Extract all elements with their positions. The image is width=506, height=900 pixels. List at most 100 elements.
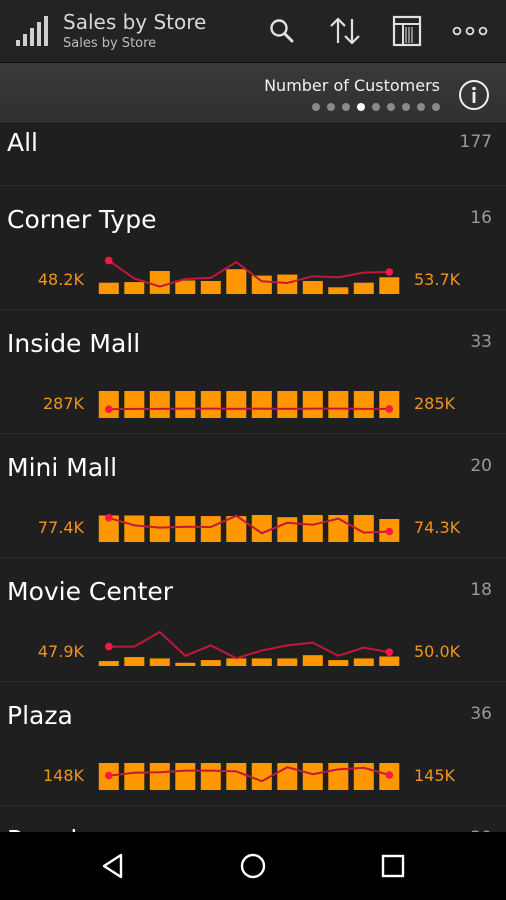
sparkline-bar: [379, 277, 400, 294]
sparkline-bar: [328, 287, 349, 295]
page-dot: [312, 103, 320, 111]
sparkline-bar: [149, 658, 170, 666]
sparkline-bar: [251, 275, 272, 294]
sparkline-bar: [277, 391, 298, 418]
sparkline-bar: [124, 391, 145, 418]
sparkline-end-point: [385, 771, 394, 779]
list-item-count: 33: [470, 332, 492, 352]
sparkline-bar: [379, 656, 400, 666]
search-button[interactable]: [262, 12, 302, 50]
sparkline-end-value: 285K: [414, 394, 456, 413]
sparkline-start-point: [105, 771, 113, 780]
store-list[interactable]: All 177 Corner Type 16 48.2K 53.7K Inside Mall…: [0, 124, 506, 832]
sparkline-bar: [353, 391, 374, 418]
more-options-button[interactable]: [450, 12, 490, 50]
sparkline-bar: [251, 658, 272, 666]
page-dot: [372, 103, 380, 111]
sparkline-end-point: [385, 527, 394, 536]
sparkline-trend-line: [108, 630, 390, 660]
sparkline-chart: [98, 763, 400, 790]
list-item[interactable]: Movie Center 18 47.9K 50.0K: [0, 558, 506, 682]
page-title: Sales by Store: [63, 10, 207, 34]
sparkline-bar: [98, 282, 119, 294]
sparkline-bar: [379, 391, 400, 418]
list-item[interactable]: Mini Mall 20 77.4K 74.3K: [0, 434, 506, 558]
more-icon: [452, 26, 488, 36]
grid-icon: [392, 15, 422, 47]
sparkline-end-point: [385, 405, 394, 413]
page-dot: [387, 103, 395, 111]
sparkline-chart: [98, 391, 400, 418]
sparkline-bar: [251, 391, 272, 418]
sparkline-bar: [149, 763, 170, 790]
metric-selector[interactable]: Number of Customers: [0, 63, 506, 124]
page-dot: [327, 103, 335, 111]
metric-label: Number of Customers: [264, 76, 440, 95]
page-indicator: [312, 103, 440, 111]
recents-button[interactable]: [371, 846, 415, 886]
list-item-count: 18: [470, 580, 492, 600]
sparkline-start-point: [105, 256, 113, 265]
sparkline-chart: [98, 256, 400, 295]
sparkline-chart: [98, 630, 400, 666]
sparkline-start-value: 77.4K: [37, 518, 84, 537]
sparkline-bar: [200, 660, 221, 666]
sparkline-bar: [149, 516, 170, 542]
list-item[interactable]: Inside Mall 33 287K 285K: [0, 310, 506, 434]
sparkline-bar: [277, 274, 298, 294]
sparkline-bar: [200, 391, 221, 418]
sparkline-end-value: 74.3K: [414, 518, 461, 537]
list-item[interactable]: Plaza 36 148K 145K: [0, 682, 506, 806]
page-dot: [417, 103, 425, 111]
sparkline-bar: [124, 282, 145, 294]
sparkline-bar: [124, 515, 145, 542]
sparkline-bar: [277, 658, 298, 666]
list-item[interactable]: All 177: [0, 124, 506, 186]
sparkline-bar: [175, 280, 196, 294]
sparkline-end-point: [385, 268, 394, 276]
sort-button[interactable]: [325, 12, 365, 50]
sparkline-bar: [277, 517, 298, 542]
page-subtitle: Sales by Store: [63, 36, 157, 51]
sparkline-bar: [200, 763, 221, 790]
grid-view-button[interactable]: [387, 12, 427, 50]
sparkline-bar: [124, 763, 145, 790]
list-item-count: 36: [470, 704, 492, 724]
sparkline-end-value: 53.7K: [414, 270, 461, 289]
sparkline-start-value: 287K: [42, 394, 84, 413]
sparkline-bar: [175, 662, 196, 666]
info-icon[interactable]: [458, 79, 490, 111]
page-dot: [342, 103, 350, 111]
sparkline-bar: [200, 281, 221, 294]
back-button[interactable]: [91, 846, 135, 886]
sparkline-bar: [302, 515, 323, 542]
home-button[interactable]: [231, 846, 275, 886]
sparkline-start-point: [105, 405, 113, 413]
sparkline-bar: [149, 391, 170, 418]
home-icon: [240, 853, 266, 879]
sparkline-bar: [226, 658, 247, 666]
page-dot: [432, 103, 440, 111]
sparkline-bar: [302, 655, 323, 666]
sparkline-bar: [175, 516, 196, 542]
app-logo-icon: [16, 16, 48, 46]
list-item[interactable]: Regular30: [0, 806, 506, 832]
sparkline-bar: [98, 391, 119, 418]
sparkline-bar: [175, 391, 196, 418]
sparkline-bar: [353, 282, 374, 294]
sparkline-bar: [353, 658, 374, 666]
page-dot: [402, 103, 410, 111]
sparkline-bar: [302, 281, 323, 294]
sparkline-start-value: 47.9K: [37, 642, 84, 661]
sparkline-bar: [226, 391, 247, 418]
sparkline-bar: [302, 763, 323, 790]
list-item[interactable]: Corner Type 16 48.2K 53.7K: [0, 186, 506, 310]
sort-icon: [330, 17, 360, 45]
sparkline-bar: [149, 271, 170, 294]
list-item-count: 16: [470, 208, 492, 228]
sparkline-bar: [328, 391, 349, 418]
sparkline-chart: [98, 514, 400, 542]
search-icon: [270, 19, 294, 43]
list-item-name: Regular: [7, 825, 103, 832]
sparkline-start-value: 148K: [42, 766, 84, 785]
